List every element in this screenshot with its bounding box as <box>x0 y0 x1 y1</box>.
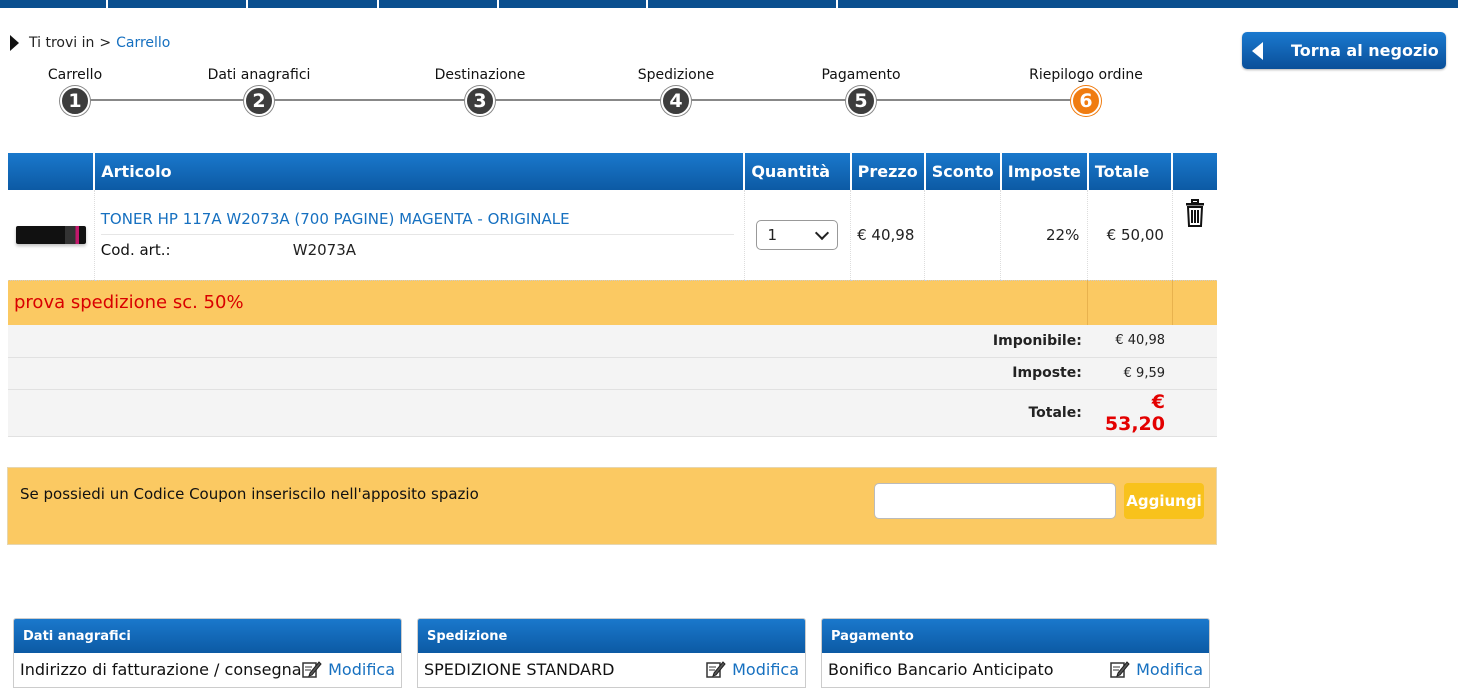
top-nav-bar <box>0 0 1458 8</box>
trash-icon <box>1185 199 1204 227</box>
step-number-1[interactable]: 1 <box>60 86 90 116</box>
step-number-2[interactable]: 2 <box>244 86 274 116</box>
item-total-cell: € 50,00 <box>1087 190 1173 281</box>
header-totale: Totale <box>1086 153 1173 190</box>
panel-pagamento-title: Pagamento <box>822 619 1209 653</box>
coupon-box: Se possiedi un Codice Coupon inseriscilo… <box>7 467 1217 545</box>
product-thumbnail-cell <box>8 190 95 281</box>
imposte-label: Imposte: <box>8 357 1088 390</box>
modifica-label: Modifica <box>328 659 395 679</box>
summary-imponibile-row: Imponibile: € 40,98 <box>8 325 1217 358</box>
imponibile-value: € 40,98 <box>1087 325 1217 358</box>
imponibile-label: Imponibile: <box>8 325 1088 358</box>
panel-dati-anagrafici-content: Indirizzo di fatturazione / consegna <box>20 659 302 679</box>
header-prezzo: Prezzo <box>849 153 925 190</box>
promo-row: prova spedizione sc. 50% <box>8 280 1217 325</box>
panel-spedizione-title: Spedizione <box>418 619 805 653</box>
totale-label: Totale: <box>8 389 1088 437</box>
cart-table: Articolo Quantità Prezzo Sconto Imposte … <box>8 153 1217 437</box>
quantity-cell: 1 <box>743 190 851 281</box>
panel-dati-anagrafici-title: Dati anagrafici <box>14 619 401 653</box>
back-arrow-icon <box>1252 41 1263 60</box>
price-cell: € 40,98 <box>850 190 925 281</box>
breadcrumb: Ti trovi in > Carrello <box>10 35 170 51</box>
promo-text: prova spedizione sc. 50% <box>8 280 1088 325</box>
cart-item-row: TONER HP 117A W2073A (700 PAGINE) MAGENT… <box>8 190 1217 281</box>
promo-empty-action <box>1171 280 1217 325</box>
tax-cell: 22% <box>1000 190 1088 281</box>
step-label-spedizione[interactable]: Spedizione <box>638 67 714 83</box>
header-quantita: Quantità <box>743 153 851 190</box>
step-number-4[interactable]: 4 <box>661 86 691 116</box>
breadcrumb-current-link[interactable]: Carrello <box>116 35 170 51</box>
checkout-steps: Carrello Dati anagrafici Destinazione Sp… <box>0 64 1200 124</box>
edit-pencil-icon <box>706 661 726 678</box>
product-thumbnail[interactable] <box>15 225 86 244</box>
totale-value: € 53,20 <box>1087 389 1217 437</box>
breadcrumb-prefix: Ti trovi in <box>29 35 95 51</box>
header-sconto: Sconto <box>923 153 1001 190</box>
promo-empty-total <box>1087 280 1173 325</box>
quantity-value: 1 <box>767 225 778 244</box>
step-label-destinazione[interactable]: Destinazione <box>435 67 526 83</box>
modifica-spedizione-link[interactable]: Modifica <box>706 660 799 679</box>
coupon-code-input[interactable] <box>874 483 1116 519</box>
back-to-shop-label: Torna al negozio <box>1291 41 1439 60</box>
product-name-link[interactable]: TONER HP 117A W2073A (700 PAGINE) MAGENT… <box>100 210 734 236</box>
product-info-cell: TONER HP 117A W2073A (700 PAGINE) MAGENT… <box>93 190 745 281</box>
product-code-value: W2073A <box>292 241 357 260</box>
breadcrumb-separator: > <box>99 35 112 51</box>
step-number-5[interactable]: 5 <box>846 86 876 116</box>
imposte-value: € 9,59 <box>1087 357 1217 390</box>
modifica-label: Modifica <box>732 659 799 679</box>
delete-cell <box>1171 190 1217 281</box>
modifica-label: Modifica <box>1136 659 1203 679</box>
product-code: Cod. art.: W2073A <box>101 241 734 259</box>
step-number-3[interactable]: 3 <box>465 86 495 116</box>
delete-item-button[interactable] <box>1174 191 1216 279</box>
cart-header-row: Articolo Quantità Prezzo Sconto Imposte … <box>8 153 1217 190</box>
play-triangle-icon <box>10 35 19 51</box>
edit-pencil-icon <box>1110 661 1130 678</box>
edit-pencil-icon <box>302 661 322 678</box>
panel-spedizione-content: SPEDIZIONE STANDARD <box>424 659 615 679</box>
header-articolo: Articolo <box>93 153 745 190</box>
product-code-label: Cod. art.: <box>100 241 171 260</box>
back-to-shop-button[interactable]: Torna al negozio <box>1242 32 1446 69</box>
step-label-dati-anagrafici[interactable]: Dati anagrafici <box>208 67 311 83</box>
modifica-dati-anagrafici-link[interactable]: Modifica <box>302 660 395 679</box>
header-imposte: Imposte <box>999 153 1088 190</box>
header-actions <box>1171 153 1217 190</box>
modifica-pagamento-link[interactable]: Modifica <box>1110 660 1203 679</box>
summary-totale-row: Totale: € 53,20 <box>8 389 1217 437</box>
panel-pagamento-content: Bonifico Bancario Anticipato <box>828 659 1054 679</box>
chevron-down-icon <box>815 225 830 240</box>
step-label-riepilogo: Riepilogo ordine <box>1029 67 1143 83</box>
step-label-carrello[interactable]: Carrello <box>48 67 102 83</box>
header-image <box>8 153 95 190</box>
step-number-6-active: 6 <box>1071 86 1101 116</box>
coupon-instructions: Se possiedi un Codice Coupon inseriscilo… <box>20 485 479 503</box>
coupon-add-button[interactable]: Aggiungi <box>1124 483 1204 519</box>
summary-imposte-row: Imposte: € 9,59 <box>8 357 1217 390</box>
discount-cell <box>924 190 1001 281</box>
quantity-select[interactable]: 1 <box>756 219 839 250</box>
step-label-pagamento[interactable]: Pagamento <box>821 67 900 83</box>
steps-connector-line <box>75 99 1086 101</box>
